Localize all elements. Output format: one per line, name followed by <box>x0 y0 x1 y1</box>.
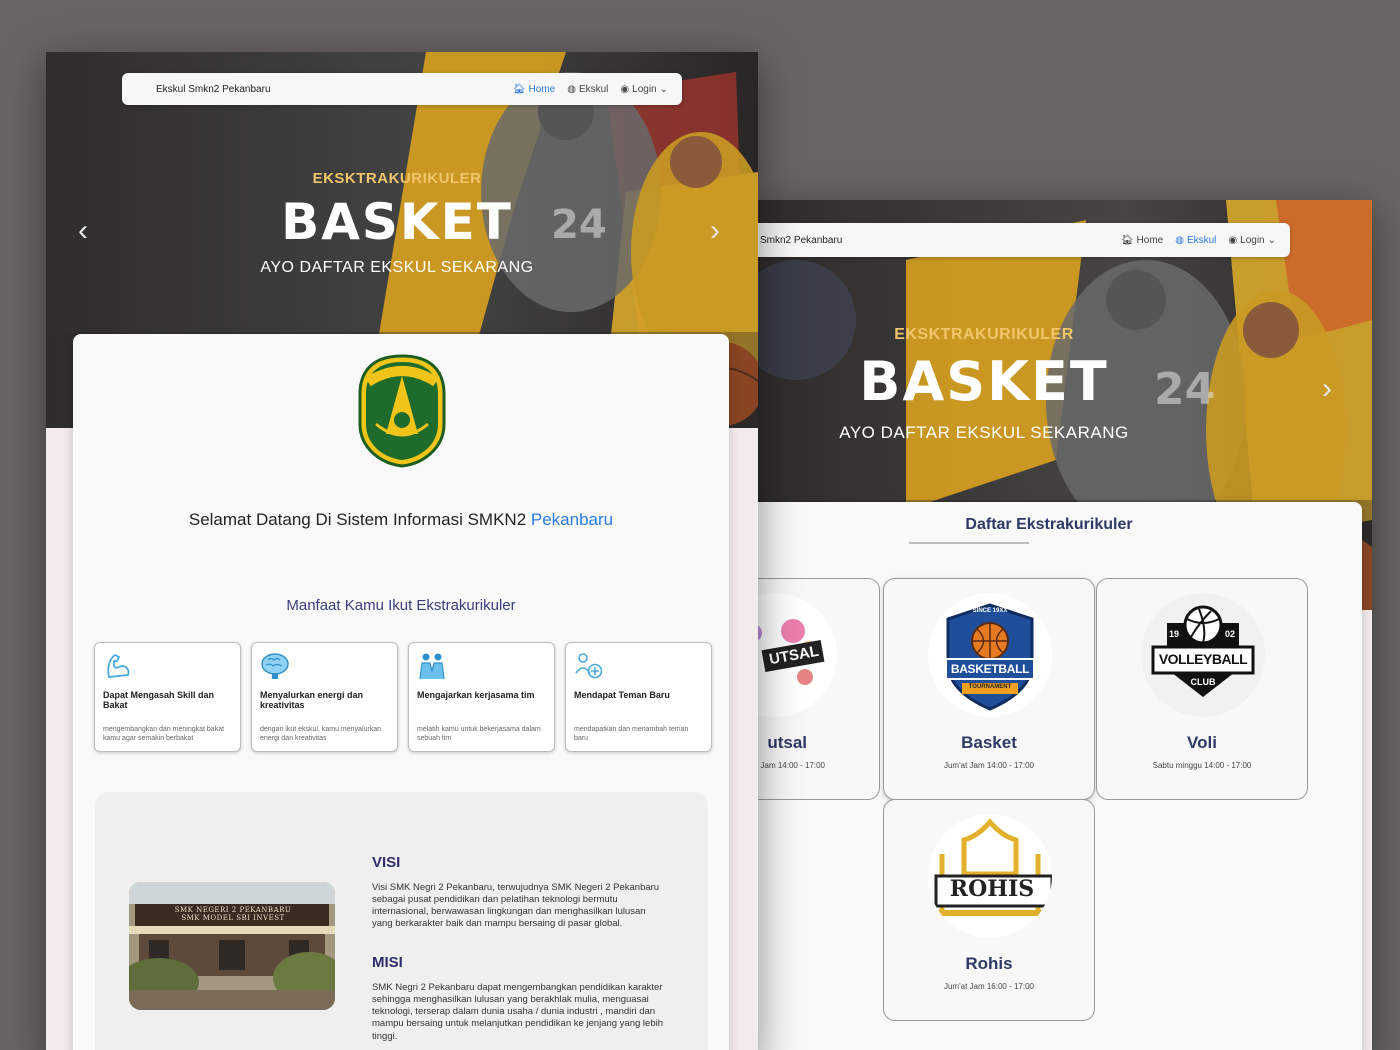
voli-logo-right: 02 <box>1225 629 1236 639</box>
ekskul-card-basket[interactable]: SINCE 19XX BASKETBALL TOURNAMENT Basket … <box>883 578 1095 800</box>
benefit-desc: melatih kamu untuk bekerjasama dalam seb… <box>417 726 541 742</box>
teamwork-icon <box>419 653 445 680</box>
ekskul-schedule: Sabtu minggu 14:00 - 17:00 <box>1152 761 1252 770</box>
home-icon: 🏠︎ <box>512 83 526 95</box>
benefit-section-title: Manfaat Kamu Ikut Ekstrakurikuler <box>286 597 516 614</box>
voli-logo-text: VOLLEYBALL <box>1158 651 1248 667</box>
nav-ekskul-link[interactable]: ◍ Ekskul <box>567 84 608 95</box>
ekskul-schedule: Jum'at Jam 14:00 - 17:00 <box>943 761 1035 770</box>
ekskul-list-window: 24 EKSKTRAKURIKULER BASKET AYO DAFTAR EK… <box>756 200 1372 1050</box>
ekskul-list-title: Daftar Ekstrakurikuler <box>965 516 1133 533</box>
muscle-arm-icon <box>107 653 130 678</box>
benefit-desc: mengembangkan dan meningkat bakat kamu a… <box>103 726 225 742</box>
benefit-desc: mendapatkan dan menambah teman baru <box>574 726 689 742</box>
nav-home-link[interactable]: 🏠︎ Home <box>513 84 555 95</box>
nav-login-dropdown[interactable]: ◉ Login ⌄ <box>620 84 668 95</box>
nav-home-label: Home <box>528 83 556 95</box>
nav-login-dropdown[interactable]: ◉ Login ⌄ <box>1228 235 1276 246</box>
basket-logo-sub: TOURNAMENT <box>968 684 1012 690</box>
ekskul-card-futsal[interactable]: UTSAL utsal Jam 14:00 - 17:00 <box>756 578 880 800</box>
benefit-card: Dapat Mengasah Skill dan Bakat mengemban… <box>94 642 241 752</box>
benefit-title: Mendapat Teman Baru <box>574 690 670 700</box>
nav-ekskul-label: Ekskul <box>578 83 609 95</box>
welcome-text: Selamat Datang Di Sistem Informasi SMKN2 <box>188 510 527 529</box>
school-building-image <box>129 882 335 1010</box>
hero-tagline: AYO DAFTAR EKSKUL SEKARANG <box>260 259 534 276</box>
school-sign-line1: SMK NEGERI 2 PEKANBARU <box>174 906 292 914</box>
hero-text: EKSKTRAKURIKULER BASKET AYO DAFTAR EKSKU… <box>756 326 1212 443</box>
benefit-title: Dapat Mengasah Skill dan Bakat <box>103 690 215 711</box>
futsal-logo: UTSAL <box>756 593 837 717</box>
misi-heading: MISI <box>372 954 403 971</box>
benefit-desc: dengan ikut ekskul, kamu menyalurkan ene… <box>260 726 382 742</box>
voli-logo-left: 19 <box>1169 629 1180 639</box>
school-photo: SMK NEGERI 2 PEKANBARU SMK MODEL SBI INV… <box>129 882 335 1010</box>
basket-logo-top: SINCE 19XX <box>972 608 1008 614</box>
misi-text: SMK Negri 2 Pekanbaru dapat mengembangka… <box>372 982 663 1042</box>
home-icon: 🏠︎ <box>1120 234 1134 246</box>
benefit-card: Mendapat Teman Baru mendapatkan dan mena… <box>565 642 712 752</box>
welcome-highlight: Pekanbaru <box>530 510 614 529</box>
hero-eyebrow: EKSKTRAKURIKULER <box>312 170 482 187</box>
benefit-cards: Dapat Mengasah Skill dan Bakat mengemban… <box>94 642 712 752</box>
nav-login-label: Login <box>1240 234 1265 246</box>
benefit-card: Menyalurkan energi dan kreativitas denga… <box>251 642 398 752</box>
user-icon: ◉ <box>1228 234 1238 246</box>
ekskul-schedule: Jum'at Jam 16:00 - 17:00 <box>943 982 1035 991</box>
navbar: Ekskul Smkn2 Pekanbaru 🏠︎ Home ◍ Ekskul ◉ L… <box>122 73 682 105</box>
hero-tagline: AYO DAFTAR EKSKUL SEKARANG <box>839 423 1129 442</box>
nav-home-link[interactable]: 🏠︎ Home <box>1121 235 1163 246</box>
add-friend-icon <box>575 653 603 679</box>
ekskul-name: utsal <box>767 733 807 752</box>
ekskul-schedule: Jam 14:00 - 17:00 <box>760 761 825 770</box>
title-divider <box>909 542 1029 544</box>
nav-login-label: Login <box>632 83 657 95</box>
hero-eyebrow: EKSKTRAKURIKULER <box>894 326 1074 343</box>
ekskul-card-rohis[interactable]: ROHIS Rohis Jum'at Jam 16:00 - 17:00 <box>883 799 1095 1021</box>
carousel-prev-button[interactable]: ‹ <box>78 216 88 246</box>
navbar-brand[interactable]: Ekskul Smkn2 Pekanbaru <box>156 84 271 95</box>
nav-home-label: Home <box>1136 234 1164 246</box>
user-icon: ◉ <box>620 83 630 95</box>
benefit-card: Mengajarkan kerjasama tim melatih kamu u… <box>408 642 555 752</box>
benefit-title: Menyalurkan energi dan kreativitas <box>260 690 364 711</box>
hero-title: BASKET <box>859 350 1109 413</box>
hero-title: BASKET <box>281 193 513 251</box>
visi-heading: VISI <box>372 854 401 871</box>
voli-logo-sub: CLUB <box>1190 677 1216 687</box>
school-sign: SMK NEGERI 2 PEKANBARU SMK MODEL SBI INV… <box>143 906 323 922</box>
globe-icon: ◍ <box>567 83 576 95</box>
ekskul-list-card: Daftar Ekstrakurikuler UTSAL utsal Jam 1… <box>756 502 1362 1050</box>
chevron-down-icon: ⌄ <box>1267 234 1276 246</box>
ekskul-name: Rohis <box>965 954 1013 973</box>
rohis-logo: ROHIS <box>928 814 1052 938</box>
navbar-links: 🏠︎ Home ◍ Ekskul ◉ Login ⌄ <box>1121 235 1276 246</box>
school-sign-line2: SMK MODEL SBI INVEST <box>181 914 285 922</box>
ekskul-name: Voli <box>1187 733 1217 752</box>
nav-ekskul-link[interactable]: ◍ Ekskul <box>1175 235 1216 246</box>
hero-text: EKSKTRAKURIKULER BASKET AYO DAFTAR EKSKU… <box>46 170 748 277</box>
ekskul-name: Basket <box>961 733 1017 752</box>
brain-icon <box>261 653 289 679</box>
homepage-window: 24 EKSKTRAKURIKULER BASKET AYO DAFTAR EK… <box>46 52 758 1050</box>
navbar-brand[interactable]: Smkn2 Pekanbaru <box>760 235 842 246</box>
ekskul-card-voli[interactable]: 19 02 VOLLEYBALL CLUB Voli Sabtu minggu … <box>1096 578 1308 800</box>
globe-icon: ◍ <box>1175 234 1184 246</box>
visi-text: Visi SMK Negri 2 Pekanbaru, terwujudnya … <box>372 882 660 930</box>
chevron-down-icon: ⌄ <box>659 83 668 95</box>
navbar-links: 🏠︎ Home ◍ Ekskul ◉ Login ⌄ <box>513 84 668 95</box>
rohis-logo-text: ROHIS <box>949 876 1035 902</box>
basket-logo-text: BASKETBALL <box>950 662 1030 676</box>
navbar: Smkn2 Pekanbaru 🏠︎ Home ◍ Ekskul ◉ Login ⌄ <box>756 223 1290 257</box>
school-logo <box>358 354 446 468</box>
welcome-heading: Selamat Datang Di Sistem Informasi SMKN2… <box>73 510 729 530</box>
carousel-next-button[interactable]: › <box>710 216 720 246</box>
nav-ekskul-label: Ekskul <box>1186 234 1217 246</box>
basket-logo: SINCE 19XX BASKETBALL TOURNAMENT <box>928 593 1052 717</box>
carousel-next-button[interactable]: › <box>1322 374 1332 404</box>
voli-logo: 19 02 VOLLEYBALL CLUB <box>1141 593 1265 717</box>
benefit-title: Mengajarkan kerjasama tim <box>417 690 535 700</box>
visi-misi-section: SMK NEGERI 2 PEKANBARU SMK MODEL SBI INV… <box>95 792 708 1050</box>
